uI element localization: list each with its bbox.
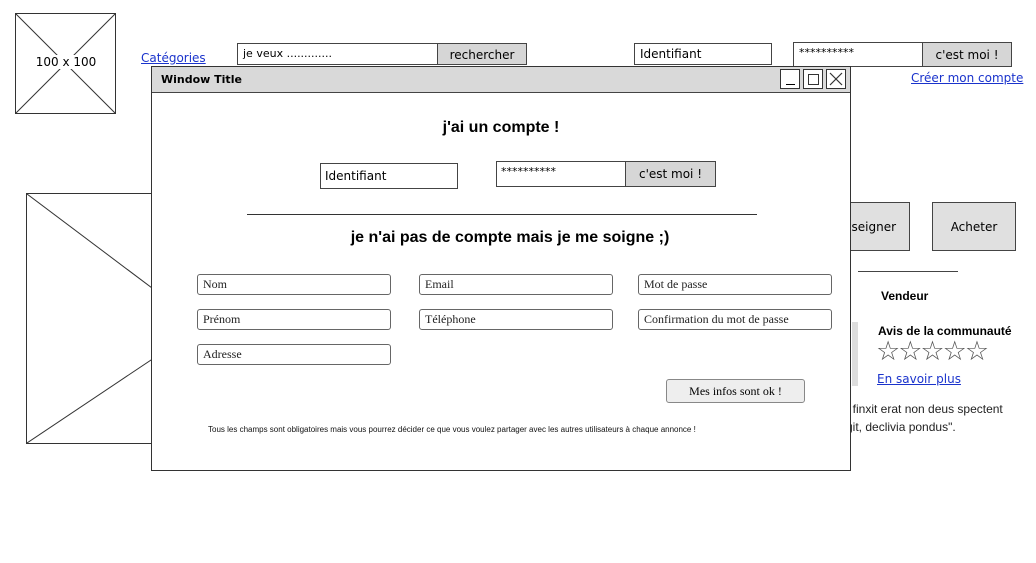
logo-label: 100 x 100 xyxy=(34,55,98,69)
no-account-heading: je n'ai pas de compte mais je me soigne … xyxy=(350,229,670,246)
categories-link[interactable]: Catégories xyxy=(141,51,206,65)
footer-note: Tous les champs sont obligatoires mais v… xyxy=(208,425,696,434)
mot-de-passe-field[interactable]: Mot de passe xyxy=(638,274,832,295)
search-input[interactable]: je veux ............. xyxy=(237,43,438,65)
adresse-field[interactable]: Adresse xyxy=(197,344,391,365)
header-password-input[interactable]: ********** xyxy=(793,42,923,67)
email-field[interactable]: Email xyxy=(419,274,613,295)
product-placeholder-cross-icon xyxy=(27,194,160,443)
dialog-password-input[interactable]: ********** xyxy=(496,161,627,187)
rating-stars-icon[interactable]: ☆☆☆☆☆ xyxy=(876,336,989,368)
confirmation-field[interactable]: Confirmation du mot de passe xyxy=(638,309,832,330)
nom-field[interactable]: Nom xyxy=(197,274,391,295)
header-login-button[interactable]: c'est moi ! xyxy=(922,42,1012,67)
minimize-icon[interactable] xyxy=(780,69,800,89)
vendeur-label: Vendeur xyxy=(881,289,929,303)
quote-line-2: git, declivia pondus". xyxy=(846,420,956,434)
has-account-heading: j'ai un compte ! xyxy=(442,119,560,136)
signup-dialog: Window Title j'ai un compte ! Identifian… xyxy=(151,66,851,471)
dialog-login-button[interactable]: c'est moi ! xyxy=(625,161,716,187)
search-button[interactable]: rechercher xyxy=(437,43,527,65)
telephone-field[interactable]: Téléphone xyxy=(419,309,613,330)
acheter-button[interactable]: Acheter xyxy=(932,202,1016,251)
submit-button[interactable]: Mes infos sont ok ! xyxy=(666,379,805,403)
dialog-title: Window Title xyxy=(161,73,242,86)
logo-placeholder: 100 x 100 xyxy=(15,13,116,114)
en-savoir-plus-link[interactable]: En savoir plus xyxy=(877,372,961,386)
maximize-icon[interactable] xyxy=(803,69,823,89)
quote-line-1: t finxit erat non deus spectent xyxy=(846,402,1003,416)
prenom-field[interactable]: Prénom xyxy=(197,309,391,330)
section-divider xyxy=(247,214,757,215)
close-icon[interactable] xyxy=(826,69,846,89)
dialog-title-bar[interactable]: Window Title xyxy=(152,67,850,93)
create-account-link[interactable]: Créer mon compte xyxy=(911,71,1023,85)
community-panel-strip xyxy=(852,322,858,386)
header-login-input[interactable]: Identifiant xyxy=(634,43,772,65)
product-image-placeholder xyxy=(26,193,161,444)
right-divider xyxy=(858,271,958,272)
dialog-login-input[interactable]: Identifiant xyxy=(320,163,458,189)
